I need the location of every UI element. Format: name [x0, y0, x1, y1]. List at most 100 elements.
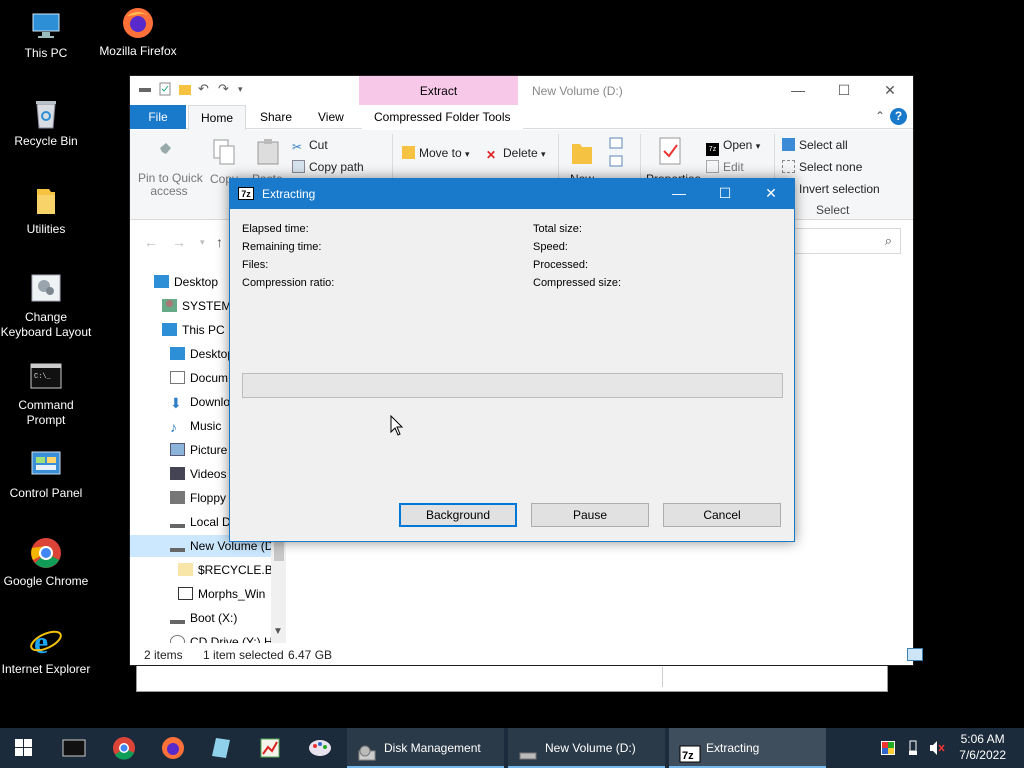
background-button[interactable]: Background	[399, 503, 517, 527]
taskbar-task-new-volume[interactable]: New Volume (D:)	[508, 728, 665, 768]
nav-item-local-disk[interactable]: Local D	[170, 511, 231, 533]
dialog-close-button[interactable]: ✕	[748, 179, 794, 209]
taskbar-notepad-icon[interactable]	[208, 734, 236, 762]
desktop-icon-label: Internet Explorer	[1, 662, 91, 676]
nav-item-system[interactable]: SYSTEM	[162, 295, 231, 317]
move-to-button[interactable]: Move to ▾	[402, 146, 470, 160]
desktop-icon-ie[interactable]: e Internet Explorer	[0, 624, 92, 677]
recent-locations-icon[interactable]: ▾	[200, 237, 205, 248]
select-all-button[interactable]: Select all	[782, 138, 848, 152]
properties-icon[interactable]	[158, 82, 172, 96]
taskbar-cmd-icon[interactable]	[60, 734, 88, 762]
forward-icon[interactable]: →	[172, 234, 186, 250]
taskbar-firefox-icon[interactable]	[159, 734, 187, 762]
nav-item-recycle-bin-folder[interactable]: $RECYCLE.BIN	[178, 559, 285, 581]
7zip-icon: 7z	[679, 739, 701, 763]
status-bar: 2 items 1 item selected 6.47 GB	[130, 644, 923, 666]
nav-item-videos[interactable]: Videos	[170, 463, 226, 485]
search-input[interactable]: ⌕	[781, 228, 901, 254]
copy-path-button[interactable]: Copy path	[292, 160, 364, 174]
drive-icon	[170, 539, 185, 552]
nav-item-cd-drive[interactable]: CD Drive (Y:) H	[170, 631, 273, 643]
maximize-button[interactable]: ☐	[821, 76, 867, 105]
tab-file[interactable]: File	[130, 105, 186, 129]
delete-label: Delete	[503, 146, 538, 160]
desktop-icon	[154, 275, 169, 288]
system-clock[interactable]: 5:06 AM 7/6/2022	[959, 731, 1006, 763]
desktop-icon-utilities[interactable]: Utilities	[0, 184, 92, 237]
nav-item-boot-drive[interactable]: Boot (X:)	[170, 607, 237, 629]
up-icon[interactable]: ↑	[216, 234, 223, 250]
scroll-down-icon[interactable]: ▼	[273, 626, 283, 637]
delete-button[interactable]: ✕ Delete ▾	[486, 146, 546, 162]
minimize-button[interactable]: —	[775, 76, 821, 105]
dialog-maximize-button[interactable]: ☐	[702, 179, 748, 209]
total-size-label: Total size:	[533, 223, 582, 235]
redo-icon[interactable]: ↷	[218, 82, 232, 96]
invert-selection-button[interactable]: Invert selection	[782, 182, 880, 196]
taskbar-paint-icon[interactable]	[306, 734, 334, 762]
extracting-dialog[interactable]: 7z Extracting — ☐ ✕ Elapsed time: Remain…	[229, 178, 795, 542]
tab-share[interactable]: Share	[248, 105, 304, 129]
new-folder-icon[interactable]	[178, 82, 192, 96]
back-icon[interactable]: ←	[144, 234, 158, 250]
taskbar-spreadsheet-icon[interactable]	[256, 734, 284, 762]
desktop-icon-recycle-bin[interactable]: Recycle Bin	[0, 96, 92, 149]
customize-toolbar-icon[interactable]: ▾	[238, 82, 252, 96]
recycle-bin-icon	[29, 96, 63, 130]
nav-item-downloads[interactable]: ⬇ Downlo	[170, 391, 230, 413]
tab-compressed-folder-tools[interactable]: Compressed Folder Tools	[362, 105, 523, 129]
taskbar-task-disk-management[interactable]: Disk Management	[347, 728, 504, 768]
dialog-minimize-button[interactable]: —	[656, 179, 702, 209]
nav-item-pictures[interactable]: Picture	[170, 439, 227, 461]
nav-item-documents[interactable]: Docum	[170, 367, 228, 389]
nav-label: CD Drive (Y:) H	[190, 635, 273, 643]
nav-label: Morphs_Win	[198, 587, 266, 601]
cut-button[interactable]: ✂ Cut	[292, 138, 328, 154]
tab-view[interactable]: View	[306, 105, 356, 129]
select-none-button[interactable]: Select none	[782, 160, 862, 174]
dialog-titlebar[interactable]: 7z Extracting — ☐ ✕	[230, 179, 794, 209]
cd-drive-icon	[170, 635, 185, 643]
desktop-icon-chrome[interactable]: Google Chrome	[0, 536, 92, 589]
cancel-button[interactable]: Cancel	[663, 503, 781, 527]
undo-icon[interactable]: ↶	[198, 82, 212, 96]
explorer-titlebar[interactable]: ↶ ↷ ▾ Extract New Volume (D:) — ☐ ✕	[130, 76, 913, 105]
usb-eject-icon[interactable]	[906, 740, 920, 768]
taskbar-task-extracting[interactable]: 7z Extracting	[669, 728, 826, 768]
desktop-icon-this-pc[interactable]: This PC	[0, 8, 92, 61]
desktop-icon-keyboard-layout[interactable]: Change Keyboard Layout	[0, 272, 92, 340]
nav-item-music[interactable]: ♪ Music	[170, 415, 221, 437]
desktop-icon-command-prompt[interactable]: C:\_ Command Prompt	[0, 360, 92, 428]
nav-item-this-pc[interactable]: This PC	[162, 319, 225, 341]
tab-home[interactable]: Home	[188, 105, 247, 130]
ribbon-tabs: File Home Share View Compressed Folder T…	[130, 105, 913, 130]
new-item-icon[interactable]	[608, 136, 634, 175]
scrollbar-thumb[interactable]	[274, 539, 284, 561]
nav-item-pc-desktop[interactable]: Desktop	[170, 343, 234, 365]
chrome-icon	[29, 536, 63, 570]
large-icons-view-icon[interactable]	[907, 648, 923, 661]
open-button[interactable]: 7z Open ▾	[706, 138, 760, 156]
close-button[interactable]: ✕	[867, 76, 913, 105]
pictures-icon	[170, 443, 185, 456]
pause-button[interactable]: Pause	[531, 503, 649, 527]
clock-date: 7/6/2022	[959, 748, 1006, 762]
taskbar-chrome-icon[interactable]	[110, 734, 138, 762]
desktop-icon-firefox[interactable]: Mozilla Firefox	[92, 6, 184, 59]
move-to-icon	[402, 146, 415, 159]
nav-item-morphs-archive[interactable]: Morphs_Win	[178, 583, 265, 605]
edit-button[interactable]: Edit	[706, 160, 744, 174]
minimize-ribbon-icon[interactable]: ⌃	[875, 109, 885, 123]
start-button[interactable]	[0, 728, 48, 768]
keyboard-layout-icon	[29, 272, 63, 306]
speaker-muted-icon[interactable]	[928, 740, 946, 768]
pin-label-line2: access	[150, 184, 188, 198]
tray-color-icon[interactable]	[880, 740, 896, 768]
desktop-icon-control-panel[interactable]: Control Panel	[0, 448, 92, 501]
nav-item-floppy[interactable]: Floppy	[170, 487, 226, 509]
help-icon[interactable]: ?	[890, 108, 907, 125]
drive-icon	[518, 739, 538, 760]
pin-to-quick-access-button[interactable]: Pin to Quick access	[138, 172, 203, 198]
nav-item-desktop[interactable]: Desktop	[154, 271, 218, 293]
